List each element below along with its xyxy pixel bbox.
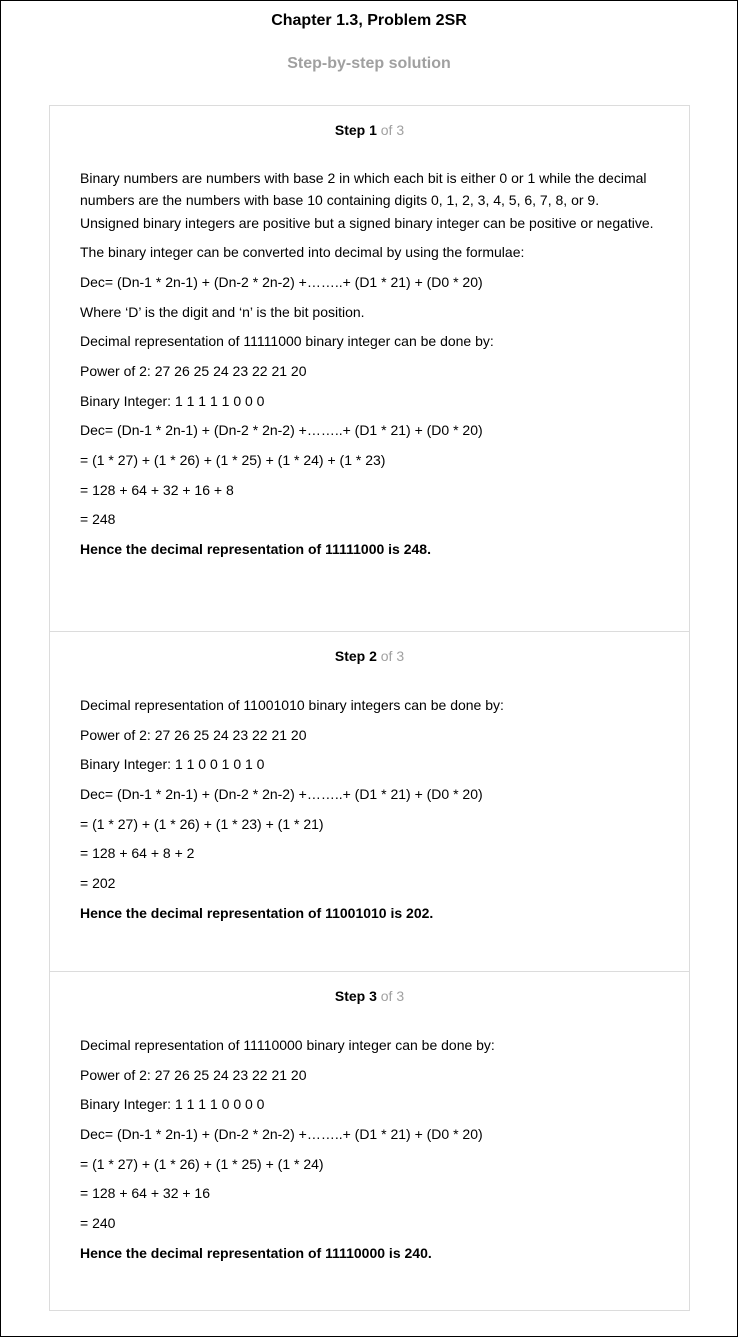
step-count: of 3 bbox=[380, 648, 405, 664]
step-count: of 3 bbox=[380, 122, 405, 138]
step-line: = (1 * 27) + (1 * 26) + (1 * 23) + (1 * … bbox=[80, 815, 324, 832]
step-line: Binary Integer: 1 1 1 1 0 0 0 0 bbox=[80, 1096, 265, 1113]
step-line: Decimal representation of 11111000 binar… bbox=[80, 333, 494, 350]
step-line: = 128 + 64 + 32 + 16 bbox=[80, 1185, 211, 1202]
step-line: Where ‘D’ is the digit and ‘n’ is the bi… bbox=[80, 303, 365, 320]
step-line: Decimal representation of 11001010 binar… bbox=[80, 697, 504, 713]
step-line: = 248 bbox=[80, 511, 116, 528]
step-body: Decimal representation of 11001010 binar… bbox=[50, 667, 689, 924]
step-line: Dec= (Dn-1 * 2n-1) + (Dn-2 * 2n-2) +……..… bbox=[80, 273, 483, 290]
page-subtitle: Step-by-step solution bbox=[287, 55, 451, 72]
step-line: Binary Integer: 1 1 0 0 1 0 1 0 bbox=[80, 756, 265, 773]
step-header: Step 2 of 3 bbox=[50, 632, 689, 667]
step-2: Step 2 of 3 Decimal representation of 11… bbox=[50, 631, 689, 971]
step-body: Decimal representation of 11110000 binar… bbox=[50, 1007, 689, 1264]
step-body: Binary numbers are numbers with base 2 i… bbox=[50, 141, 689, 560]
step-line: = 128 + 64 + 32 + 16 + 8 bbox=[80, 481, 234, 498]
step-label: Step 1 bbox=[334, 122, 377, 138]
step-line: = 128 + 64 + 8 + 2 bbox=[80, 845, 195, 862]
solution-steps: Step 1 of 3 Binary numbers are numbers w… bbox=[49, 105, 690, 1311]
step-line: Decimal representation of 11110000 binar… bbox=[80, 1037, 495, 1053]
step-line: The binary integer can be converted into… bbox=[80, 244, 525, 261]
step-header: Step 3 of 3 bbox=[50, 972, 689, 1007]
step-line: Dec= (Dn-1 * 2n-1) + (Dn-2 * 2n-2) +……..… bbox=[80, 786, 483, 803]
step-line: = 240 bbox=[80, 1215, 116, 1232]
page-title: Chapter 1.3, Problem 2SR bbox=[271, 12, 467, 29]
step-line: Power of 2: 27 26 25 24 23 22 21 20 bbox=[80, 726, 307, 743]
step-conclusion: Hence the decimal representation of 1111… bbox=[80, 541, 431, 558]
step-line: Dec= (Dn-1 * 2n-1) + (Dn-2 * 2n-2) +……..… bbox=[80, 422, 483, 439]
step-count: of 3 bbox=[380, 988, 405, 1004]
step-line: Power of 2: 27 26 25 24 23 22 21 20 bbox=[80, 1066, 307, 1083]
step-line: = (1 * 27) + (1 * 26) + (1 * 25) + (1 * … bbox=[80, 452, 386, 469]
step-label: Step 2 bbox=[334, 648, 377, 664]
step-line: Binary Integer: 1 1 1 1 1 0 0 0 bbox=[80, 392, 265, 409]
step-line: = (1 * 27) + (1 * 26) + (1 * 25) + (1 * … bbox=[80, 1155, 324, 1172]
step-line: Binary numbers are numbers with base 2 i… bbox=[80, 170, 654, 231]
step-header: Step 1 of 3 bbox=[50, 106, 689, 141]
step-line: Power of 2: 27 26 25 24 23 22 21 20 bbox=[80, 363, 307, 380]
step-line: = 202 bbox=[80, 875, 116, 892]
step-label: Step 3 bbox=[334, 988, 377, 1004]
step-line: Dec= (Dn-1 * 2n-1) + (Dn-2 * 2n-2) +……..… bbox=[80, 1126, 483, 1143]
step-1: Step 1 of 3 Binary numbers are numbers w… bbox=[50, 106, 689, 631]
step-conclusion: Hence the decimal representation of 1111… bbox=[80, 1244, 432, 1261]
step-3: Step 3 of 3 Decimal representation of 11… bbox=[50, 971, 689, 1310]
step-conclusion: Hence the decimal representation of 1100… bbox=[80, 904, 434, 921]
